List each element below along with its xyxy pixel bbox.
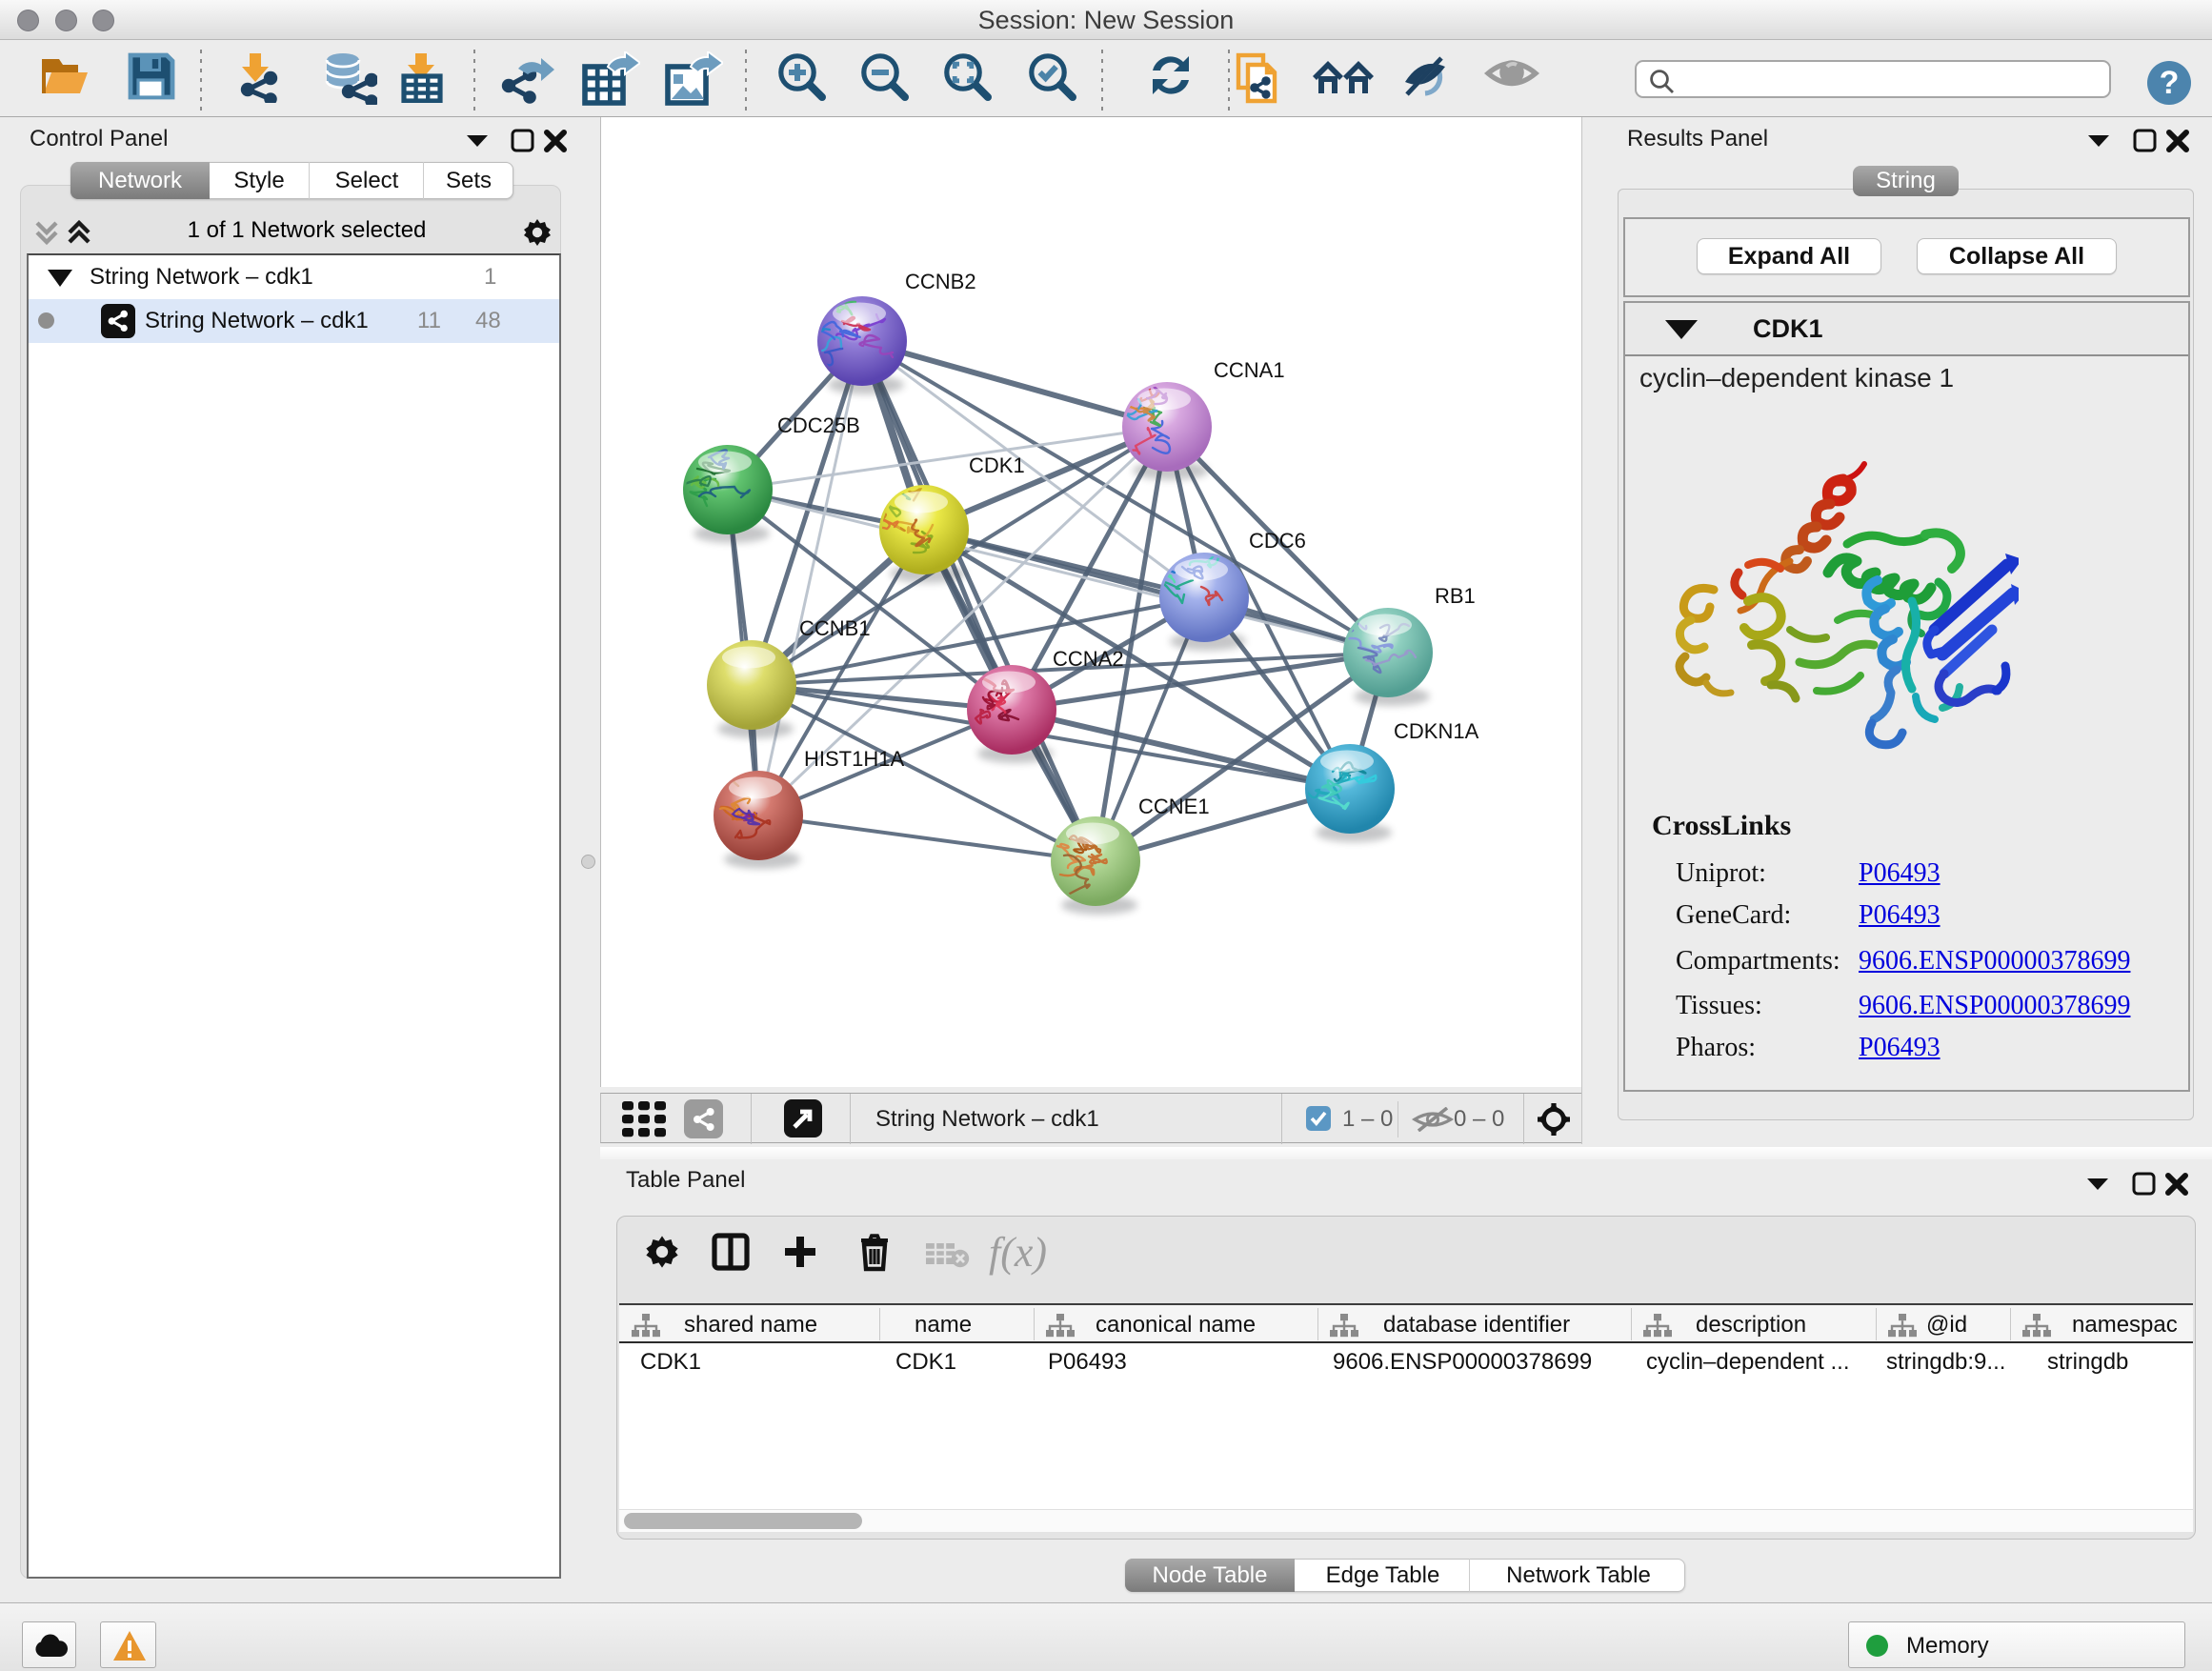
svg-text:CDC25B: CDC25B bbox=[777, 413, 860, 437]
svg-text:CCNE1: CCNE1 bbox=[1138, 795, 1210, 818]
svg-text:CCNB1: CCNB1 bbox=[799, 616, 871, 640]
svg-text:CCNA2: CCNA2 bbox=[1053, 647, 1124, 671]
svg-text:CCNA1: CCNA1 bbox=[1214, 358, 1285, 382]
svg-text:RB1: RB1 bbox=[1435, 584, 1476, 608]
svg-text:HIST1H1A: HIST1H1A bbox=[804, 747, 904, 771]
svg-text:CDK1: CDK1 bbox=[969, 453, 1025, 477]
svg-text:CDKN1A: CDKN1A bbox=[1394, 719, 1479, 743]
svg-text:CCNB2: CCNB2 bbox=[905, 270, 976, 293]
svg-text:CDC6: CDC6 bbox=[1249, 529, 1306, 553]
